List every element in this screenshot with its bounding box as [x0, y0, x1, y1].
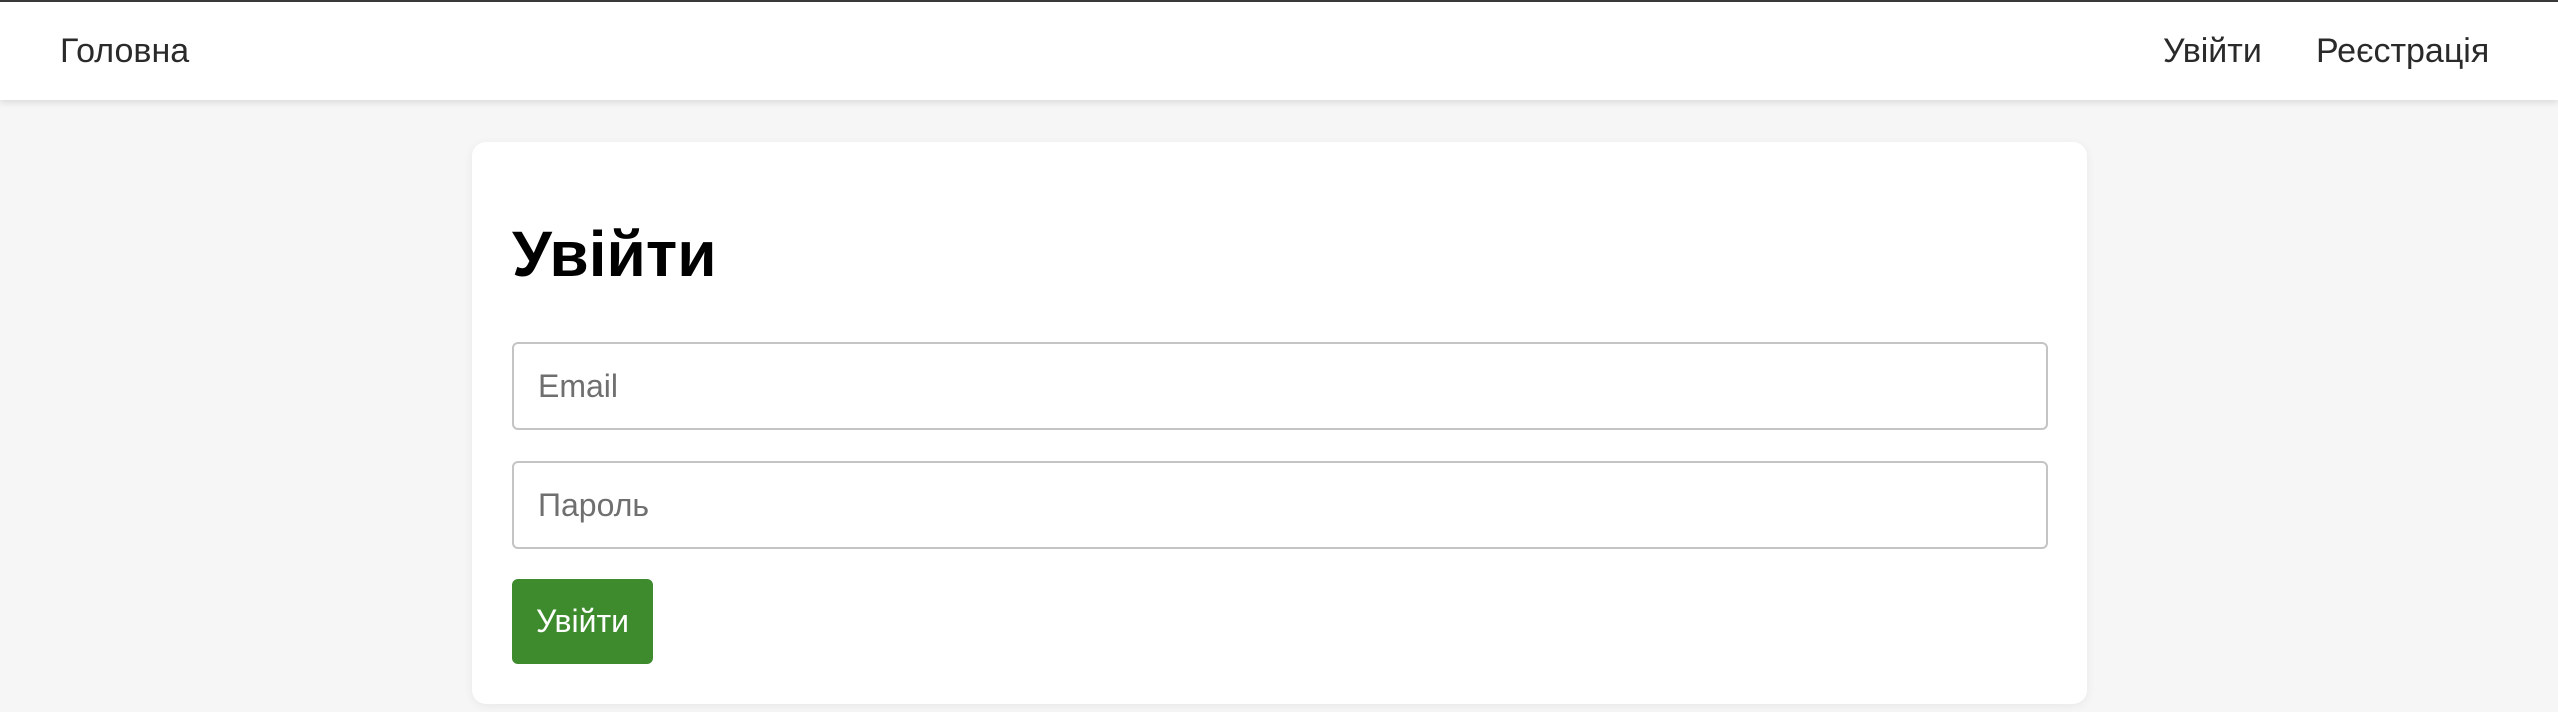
login-submit-button[interactable]: Увійти: [512, 579, 653, 664]
email-field[interactable]: [512, 342, 2048, 430]
nav-link-home[interactable]: Головна: [60, 2, 189, 100]
nav-link-register[interactable]: Реєстрація: [2316, 2, 2489, 100]
login-card: Увійти Увійти: [472, 142, 2087, 704]
password-field[interactable]: [512, 461, 2048, 549]
top-navbar: Головна Увійти Реєстрація: [0, 2, 2558, 100]
login-title: Увійти: [512, 218, 717, 290]
nav-link-login[interactable]: Увійти: [2163, 2, 2262, 100]
